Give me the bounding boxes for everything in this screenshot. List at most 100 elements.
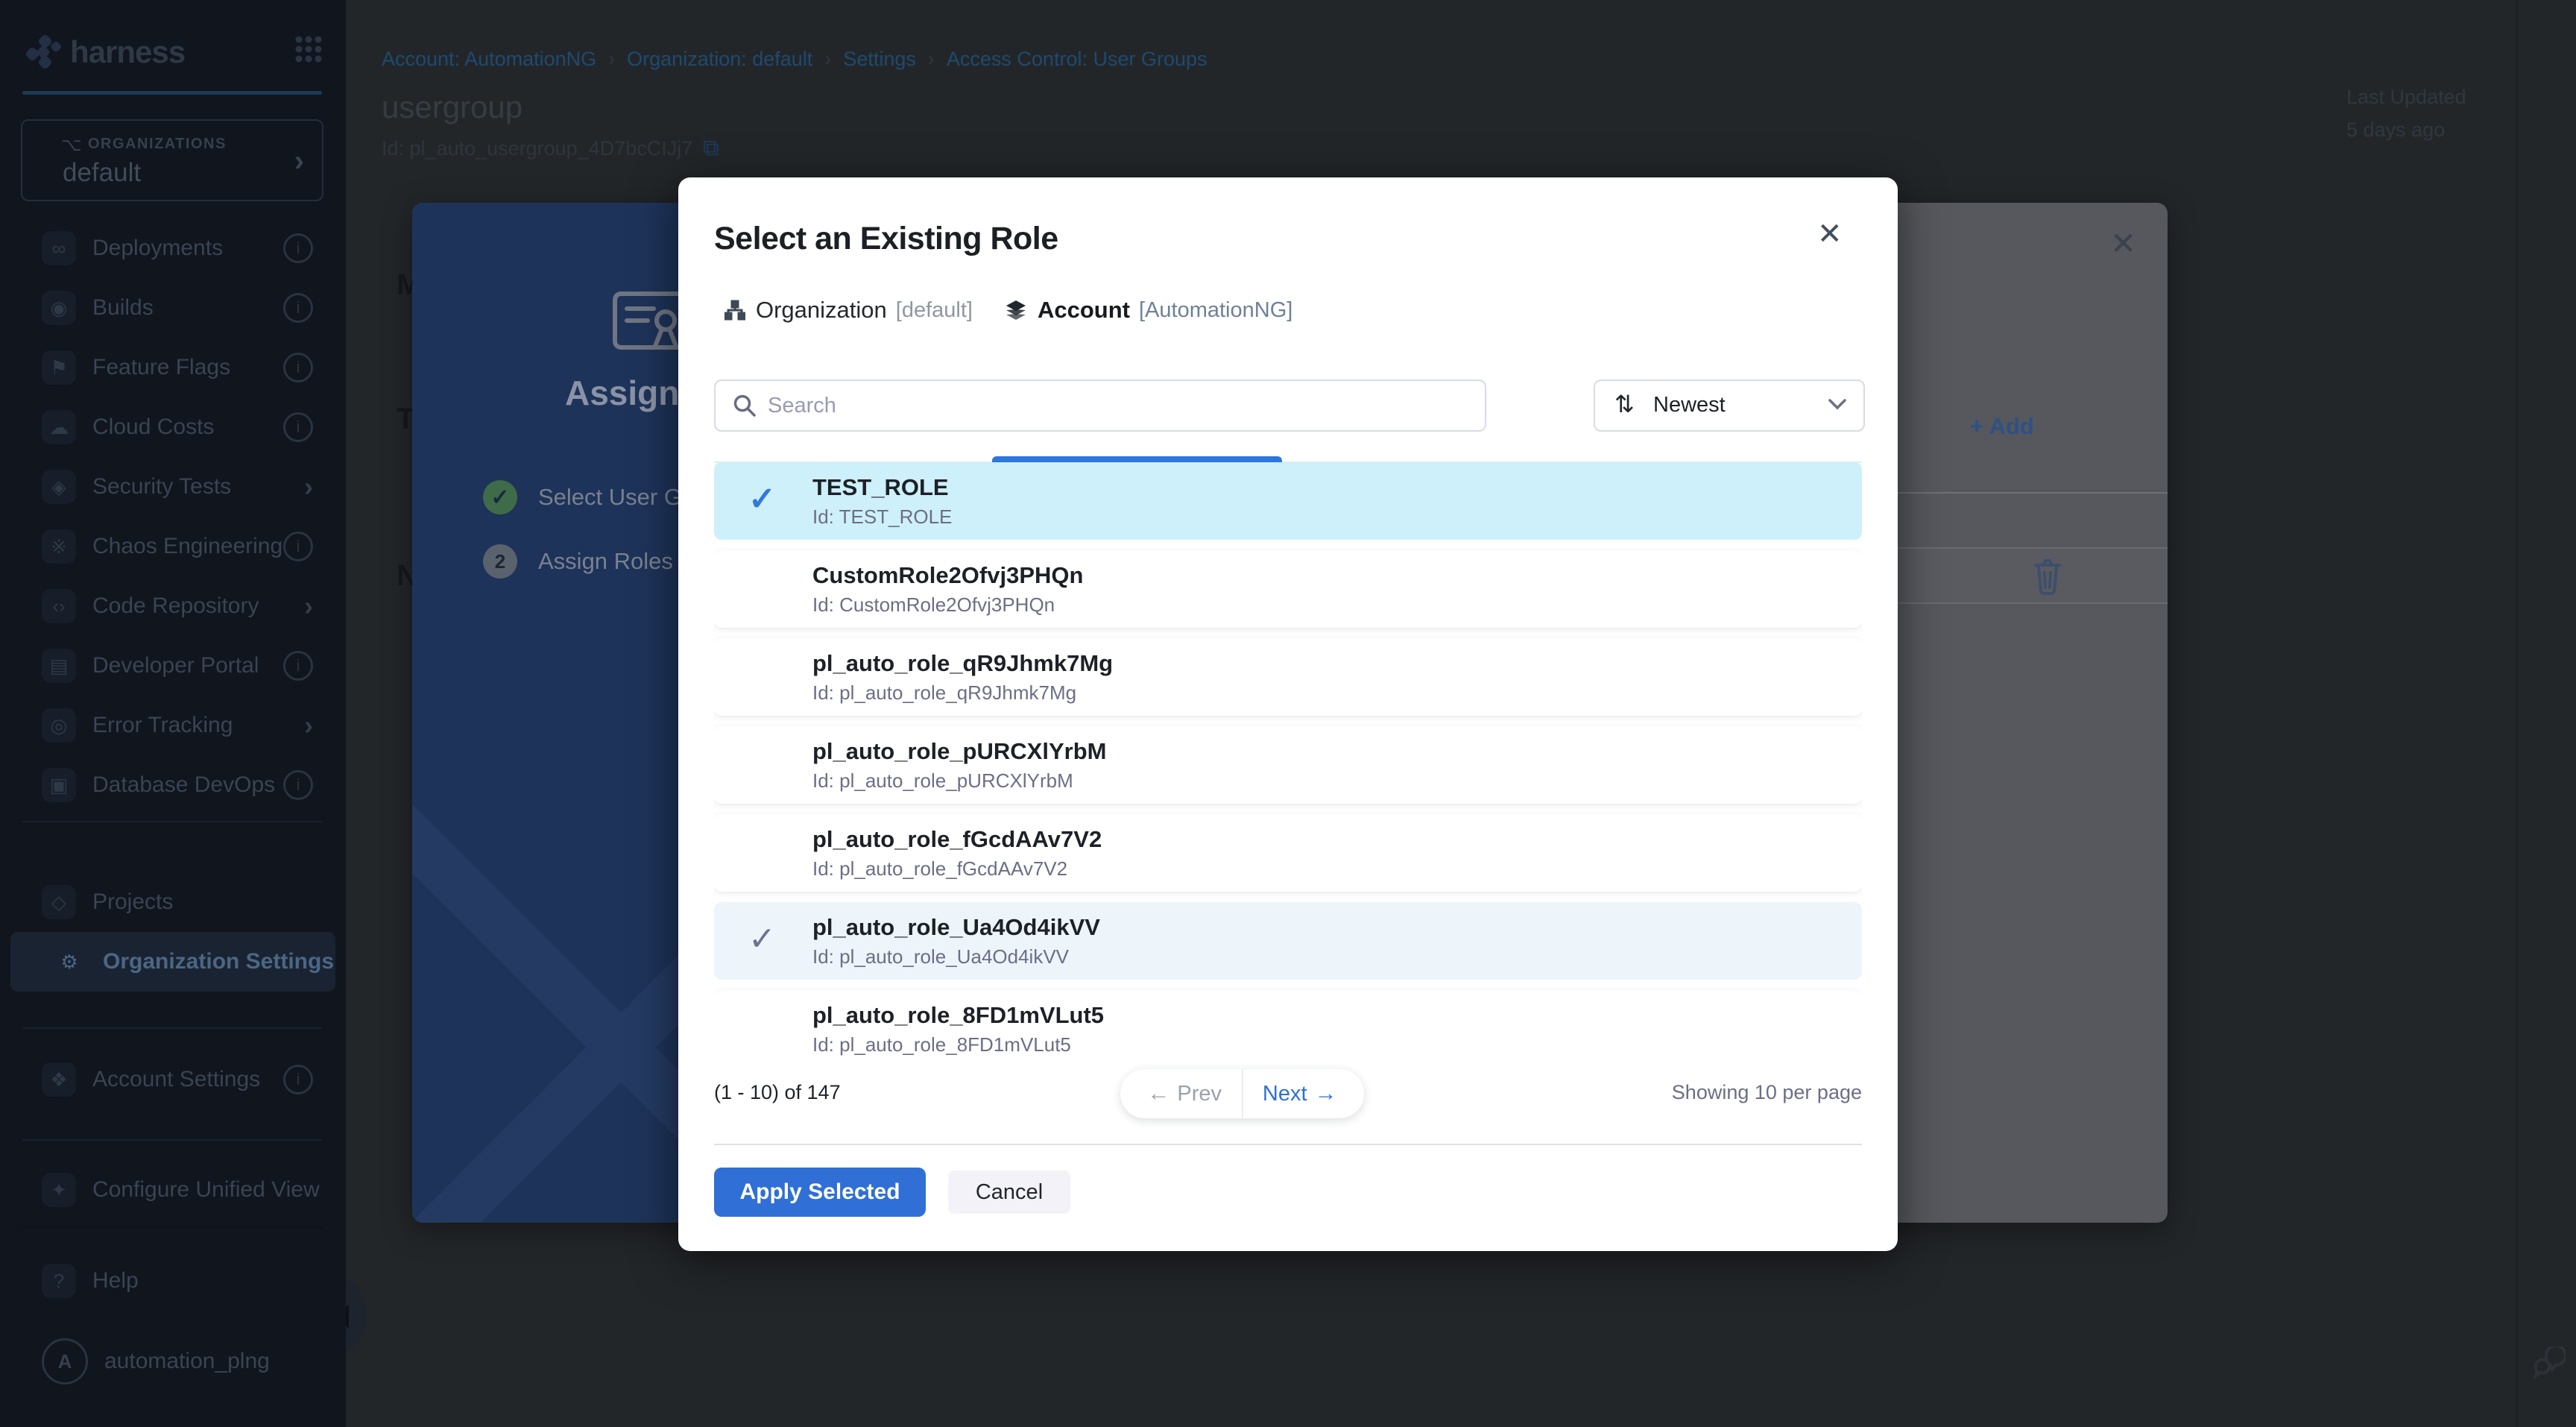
harness-logo[interactable]: harness [25, 30, 323, 75]
breadcrumb-link[interactable]: Access Control: User Groups [947, 48, 1208, 70]
sidebar-item-feature-flags[interactable]: ⚑ Feature Flags i [0, 338, 346, 397]
nav-item-label: Organization Settings [103, 949, 334, 974]
trash-icon[interactable] [2031, 556, 2064, 595]
role-name: CustomRole2Ofvj3PHQn [812, 562, 1083, 589]
apps-grid-icon[interactable] [294, 34, 323, 64]
sidebar-item-configure-unified-view[interactable]: ✦ Configure Unified View [0, 1160, 346, 1220]
nav-item-icon: ∞ [42, 231, 76, 265]
nav-item-icon: ⚑ [42, 350, 76, 385]
search-box [714, 379, 1486, 432]
copy-icon[interactable]: ⧉ [703, 136, 719, 160]
role-list-item[interactable]: ✓ pl_auto_role_qR9Jhmk7Mg Id: pl_auto_ro… [714, 638, 1862, 716]
sidebar-user[interactable]: A automation_plng [0, 1332, 346, 1391]
nav-item-label: Chaos Engineering [92, 534, 282, 559]
close-icon[interactable]: ✕ [1817, 219, 1843, 249]
nav-item-label: Security Tests [92, 474, 231, 500]
prev-label: Prev [1177, 1082, 1222, 1106]
nav-item-icon: ◇ [42, 885, 76, 919]
info-icon[interactable]: i [283, 651, 313, 681]
sidebar-divider [22, 1226, 322, 1228]
breadcrumb: Account: AutomationNG › Organization: defa… [382, 48, 1208, 71]
role-name: pl_auto_role_pURCXlYrbM [812, 738, 1106, 765]
role-id: Id: pl_auto_role_fGcdAAv7V2 [812, 857, 1067, 881]
nav-item-label: Builds [92, 295, 154, 321]
chevron-right-icon[interactable]: › [304, 710, 313, 741]
info-icon[interactable]: i [283, 293, 313, 323]
sidebar-item-help[interactable]: ? Help [0, 1251, 346, 1311]
role-id: Id: pl_auto_role_8FD1mVLut5 [812, 1033, 1071, 1056]
chevron-right-icon[interactable]: › [304, 471, 313, 503]
role-name: pl_auto_role_Ua4Od4ikVV [812, 914, 1100, 941]
chevron-right-icon[interactable]: › [304, 590, 313, 622]
sidebar-divider [22, 1139, 322, 1141]
tab-organization[interactable]: Organization [default] [724, 297, 973, 324]
sidebar-item-security-tests[interactable]: ◈ Security Tests › [0, 457, 346, 517]
sort-value: Newest [1653, 393, 1726, 418]
prev-page-button[interactable]: ← Prev [1120, 1069, 1243, 1118]
wizard-step-assign-roles[interactable]: 2 Assign Roles an [483, 544, 705, 579]
sidebar-item-database-devops[interactable]: ▣ Database DevOps i [0, 755, 346, 815]
nav-item-label: Configure Unified View [92, 1177, 320, 1203]
nav-item-label: Cloud Costs [92, 415, 214, 440]
info-icon[interactable]: i [283, 412, 313, 442]
step-number: 2 [483, 544, 517, 579]
role-list-item[interactable]: ✓ pl_auto_role_fGcdAAv7V2 Id: pl_auto_ro… [714, 814, 1862, 892]
sidebar-item-account-settings[interactable]: ❖ Account Settings i [0, 1050, 346, 1109]
sidebar-item-error-tracking[interactable]: ◎ Error Tracking › [0, 696, 346, 755]
sidebar-item-deployments[interactable]: ∞ Deployments i [0, 218, 346, 278]
chat-widget-icon[interactable] [2533, 1346, 2566, 1381]
apply-selected-button[interactable]: Apply Selected [714, 1168, 926, 1217]
chevron-right-icon: › [294, 145, 304, 178]
info-icon[interactable]: i [283, 353, 313, 382]
sidebar-item-projects[interactable]: ◇ Projects [0, 872, 346, 932]
search-icon [732, 393, 757, 418]
sidebar-item-code-repository[interactable]: ‹› Code Repository › [0, 576, 346, 636]
role-list-item[interactable]: ✓ CustomRole2Ofvj3PHQn Id: CustomRole2Of… [714, 550, 1862, 628]
cancel-button[interactable]: Cancel [948, 1171, 1070, 1214]
nav-item-icon: ※ [42, 529, 76, 564]
role-list-item[interactable]: ✓ pl_auto_role_8FD1mVLut5 Id: pl_auto_ro… [714, 990, 1862, 1059]
breadcrumb-link[interactable]: Account: AutomationNG [382, 48, 596, 70]
add-role-binding-button[interactable]: + Add [1970, 413, 2034, 440]
role-list-item[interactable]: ✓ pl_auto_role_pURCXlYrbM Id: pl_auto_ro… [714, 726, 1862, 804]
sidebar-item-cloud-costs[interactable]: ☁ Cloud Costs i [0, 397, 346, 457]
role-list-item[interactable]: ✓ pl_auto_role_Ua4Od4ikVV Id: pl_auto_ro… [714, 902, 1862, 980]
breadcrumb-separator: › [608, 48, 615, 70]
nav-item-label: Error Tracking [92, 713, 233, 738]
info-icon[interactable]: i [283, 532, 313, 561]
select-existing-role-modal: Select an Existing Role ✕ Organization [… [678, 177, 1898, 1251]
org-selector[interactable]: ⌥ ORGANIZATIONS default › [21, 119, 323, 201]
tab-qualifier: [AutomationNG] [1139, 298, 1292, 323]
page-title: usergroup [382, 89, 523, 125]
pagination-pill: ← Prev Next → [1120, 1069, 1364, 1118]
breadcrumb-link[interactable]: Organization: default [627, 48, 812, 70]
breadcrumb-separator: › [928, 48, 935, 70]
role-list-item[interactable]: ✓ TEST_ROLE Id: TEST_ROLE [714, 462, 1862, 540]
info-icon[interactable]: i [283, 233, 313, 263]
search-input[interactable] [766, 393, 1485, 419]
close-icon[interactable]: ✕ [2110, 225, 2136, 262]
nav-item-label: Deployments [92, 236, 223, 261]
role-list: ✓ TEST_ROLE Id: TEST_ROLE ✓ CustomRole2O… [714, 462, 1862, 1059]
next-page-button[interactable]: Next → [1243, 1069, 1365, 1118]
sidebar-item-builds[interactable]: ◉ Builds i [0, 278, 346, 338]
org-structure-icon: ⌥ [61, 134, 82, 156]
info-icon[interactable]: i [283, 770, 313, 800]
nav-item-icon: ▤ [42, 649, 76, 683]
sidebar-item-chaos-engineering[interactable]: ※ Chaos Engineering i [0, 517, 346, 576]
role-id: Id: pl_auto_role_pURCXlYrbM [812, 769, 1073, 793]
nav-item-icon: ✦ [42, 1173, 76, 1207]
nav-item-label: Account Settings [92, 1067, 260, 1092]
tab-account[interactable]: Account [AutomationNG] [1005, 297, 1292, 324]
scope-tabs: Organization [default] Account [Automati… [678, 297, 1898, 343]
sidebar-item-developer-portal[interactable]: ▤ Developer Portal i [0, 636, 346, 696]
role-name: TEST_ROLE [812, 474, 949, 501]
info-icon[interactable]: i [283, 1065, 313, 1094]
sort-select[interactable]: ⇅ Newest [1594, 379, 1865, 432]
breadcrumb-link[interactable]: Settings [843, 48, 916, 70]
wizard-step-select-user-groups[interactable]: ✓ Select User Gro [483, 480, 703, 514]
sidebar-item-organization-settings[interactable]: ⚙ Organization Settings [10, 932, 335, 992]
entity-id: Id: pl_auto_usergroup_4D7bcCIJj7⧉ [382, 136, 719, 161]
nav-item-label: Code Repository [92, 593, 259, 619]
nav-item-icon: ☁ [42, 410, 76, 444]
